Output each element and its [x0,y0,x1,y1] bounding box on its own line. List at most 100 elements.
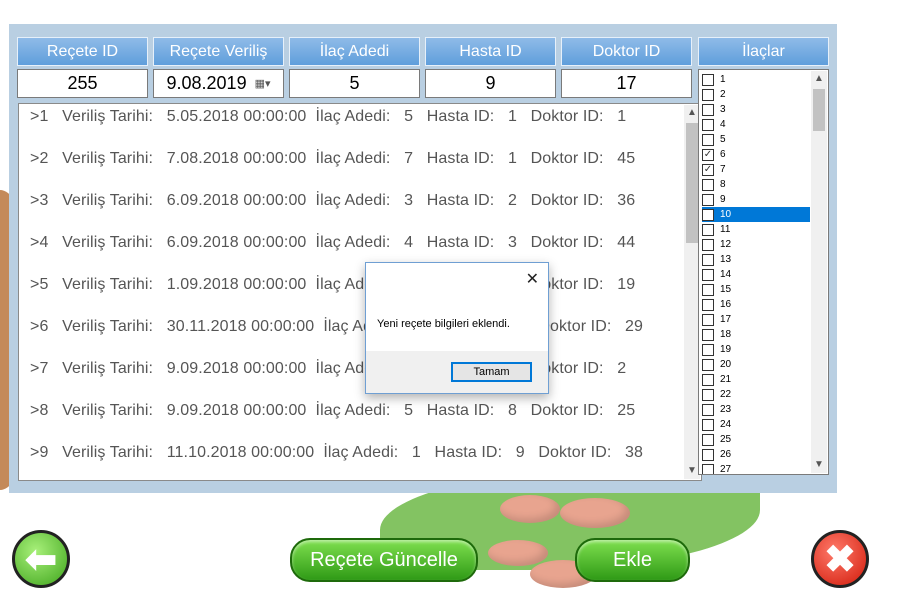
drug-checkbox-item[interactable]: ✓ 7 [702,162,810,177]
checkbox[interactable] [702,208,714,221]
drug-checkbox-item[interactable]: 24 [702,417,810,432]
checkbox[interactable] [702,373,714,386]
drug-checkbox-item[interactable]: 4 [702,117,810,132]
drug-checkbox-item[interactable]: 21 [702,372,810,387]
drug-checkbox-item[interactable]: 1 [702,72,810,87]
add-button[interactable]: Ekle [575,538,690,582]
drug-checkbox-item[interactable]: 13 [702,252,810,267]
checkbox[interactable] [702,388,714,401]
checkbox[interactable] [702,418,714,431]
list-item[interactable]: >9 Veriliş Tarihi: 11.10.2018 00:00:00 İ… [30,444,643,462]
drug-label: 22 [720,389,732,400]
checkbox[interactable] [702,313,714,326]
drug-checkbox-item[interactable]: 2 [702,87,810,102]
header-recete-id: Reçete ID [17,37,148,66]
drug-checkbox-item[interactable]: 22 [702,387,810,402]
checkbox[interactable] [702,358,714,371]
drug-label: 1 [720,74,726,85]
drug-checklist[interactable]: 1 2 3 4 5 ✓ 6 ✓ 7 8 9 10 11 12 13 14 15 16 17 18 19 20 21 22 23 2… [698,69,829,475]
list-item[interactable]: >8 Veriliş Tarihi: 9.09.2018 00:00:00 İl… [30,402,635,420]
scroll-up-icon[interactable]: ▲ [811,71,827,87]
drug-label: 8 [720,179,726,190]
recete-verilis-datepicker[interactable]: 9.08.2019 ▦▾ [153,69,284,98]
drug-checkbox-item[interactable]: 23 [702,402,810,417]
header-hasta-id: Hasta ID [425,37,556,66]
drug-checkbox-item[interactable]: 27 [702,462,810,474]
checkbox[interactable] [702,433,714,446]
list-item[interactable]: >2 Veriliş Tarihi: 7.08.2018 00:00:00 İl… [30,150,635,168]
checkbox[interactable]: ✓ [702,148,714,161]
hasta-id-input[interactable]: 9 [425,69,556,98]
checkbox[interactable] [702,118,714,131]
list-item[interactable]: >3 Veriliş Tarihi: 6.09.2018 00:00:00 İl… [30,192,635,210]
checkbox[interactable] [702,88,714,101]
ok-button[interactable]: Tamam [451,362,532,382]
drug-checkbox-item[interactable]: 19 [702,342,810,357]
drug-checkbox-item[interactable]: 10 [702,207,810,222]
checkbox[interactable] [702,223,714,236]
checkbox[interactable] [702,283,714,296]
close-icon[interactable]: ✕ [526,269,539,289]
drug-checkbox-item[interactable]: 18 [702,327,810,342]
drug-checkbox-item[interactable]: 14 [702,267,810,282]
checkbox[interactable] [702,328,714,341]
checkbox[interactable] [702,343,714,356]
header-ilaclar: İlaçlar [698,37,829,66]
drug-checkbox-item[interactable]: ✓ 6 [702,147,810,162]
doktor-id-input[interactable]: 17 [561,69,692,98]
update-prescription-button[interactable]: Reçete Güncelle [290,538,478,582]
pill-image [488,540,548,566]
dialog-message: Yeni reçete bilgileri eklendi. [377,318,510,330]
arrow-left-icon: ⬅ [25,538,57,581]
checkbox[interactable] [702,193,714,206]
back-button[interactable]: ⬅ [12,530,70,588]
header-ilac-adedi: İlaç Adedi [289,37,420,66]
drug-checkbox-item[interactable]: 20 [702,357,810,372]
drug-label: 3 [720,104,726,115]
ilac-adedi-input[interactable]: 5 [289,69,420,98]
scroll-thumb[interactable] [813,89,825,131]
drug-checkbox-item[interactable]: 8 [702,177,810,192]
calendar-dropdown-icon[interactable]: ▦▾ [255,77,271,90]
drug-label: 12 [720,239,732,250]
checkbox[interactable] [702,298,714,311]
prescription-list[interactable]: >1 Veriliş Tarihi: 5.05.2018 00:00:00 İl… [18,103,702,481]
drug-label: 19 [720,344,732,355]
drug-label: 2 [720,89,726,100]
drug-checkbox-item[interactable]: 25 [702,432,810,447]
header-recete-verilis: Reçete Veriliş [153,37,284,66]
drug-label: 26 [720,449,732,460]
list-item[interactable]: >4 Veriliş Tarihi: 6.09.2018 00:00:00 İl… [30,234,635,252]
checkbox[interactable] [702,268,714,281]
checkbox[interactable] [702,238,714,251]
checkbox[interactable] [702,133,714,146]
exit-button[interactable]: ✖ [811,530,869,588]
checkbox[interactable] [702,403,714,416]
drug-checkbox-item[interactable]: 11 [702,222,810,237]
checkbox[interactable] [702,103,714,116]
checkbox[interactable] [702,73,714,86]
drug-checkbox-item[interactable]: 5 [702,132,810,147]
drug-label: 21 [720,374,732,385]
drug-label: 17 [720,314,732,325]
list-item[interactable]: >1 Veriliş Tarihi: 5.05.2018 00:00:00 İl… [30,108,626,126]
drug-checkbox-item[interactable]: 16 [702,297,810,312]
checkbox[interactable] [702,178,714,191]
drug-label: 13 [720,254,732,265]
drug-checkbox-item[interactable]: 26 [702,447,810,462]
scroll-down-icon[interactable]: ▼ [811,457,827,473]
list-item[interactable]: >6 Veriliş Tarihi: 30.11.2018 00:00:00 İ… [30,318,643,336]
drug-checkbox-item[interactable]: 15 [702,282,810,297]
drug-label: 4 [720,119,726,130]
checkbox[interactable]: ✓ [702,163,714,176]
checkbox[interactable] [702,448,714,461]
checklist-scrollbar[interactable]: ▲ ▼ [811,71,827,473]
checkbox[interactable] [702,253,714,266]
recete-id-input[interactable]: 255 [17,69,148,98]
drug-checkbox-item[interactable]: 12 [702,237,810,252]
drug-checkbox-item[interactable]: 3 [702,102,810,117]
scroll-thumb[interactable] [686,123,698,243]
drug-checkbox-item[interactable]: 17 [702,312,810,327]
drug-checkbox-item[interactable]: 9 [702,192,810,207]
checkbox[interactable] [702,463,714,474]
